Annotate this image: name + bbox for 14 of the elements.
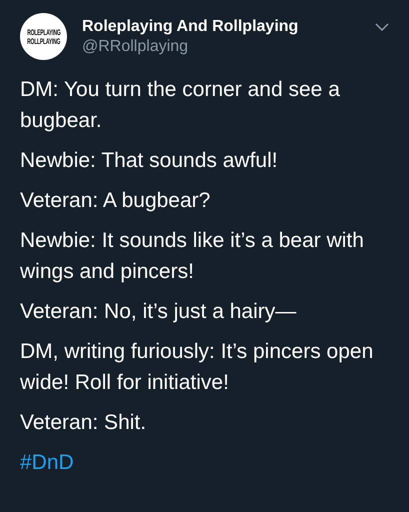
author-name[interactable]: Roleplaying And Rollplaying (82, 16, 360, 36)
tweet-paragraph: Veteran: Shit. (20, 410, 148, 436)
logo-text: ROLEPLAYING (26, 28, 60, 36)
avatar-logo[interactable]: ROLEPLAYING ROLLPLAYING (20, 13, 67, 60)
tweet-paragraph: Newbie: It sounds like it’s a bear with wings and pincers! (20, 228, 365, 285)
logo-text: ROLLPLAYING (26, 36, 60, 46)
hashtag-link[interactable]: #DnD (20, 447, 389, 478)
author-handle[interactable]: @RRollplaying (82, 36, 360, 56)
tweet-paragraph: Veteran: A bugbear? (20, 188, 212, 214)
chevron-down-icon[interactable] (375, 23, 389, 31)
tweet-paragraph: DM, writing furiously: It’s pincers open wide! Roll for initiative! (20, 339, 374, 396)
tweet-paragraph: Veteran: No, it’s just a hairy— (20, 299, 298, 325)
tweet-paragraph: DM: You turn the corner and see a bugbear. (20, 77, 341, 134)
tweet-paragraph: Newbie: That sounds awful! (20, 148, 279, 174)
